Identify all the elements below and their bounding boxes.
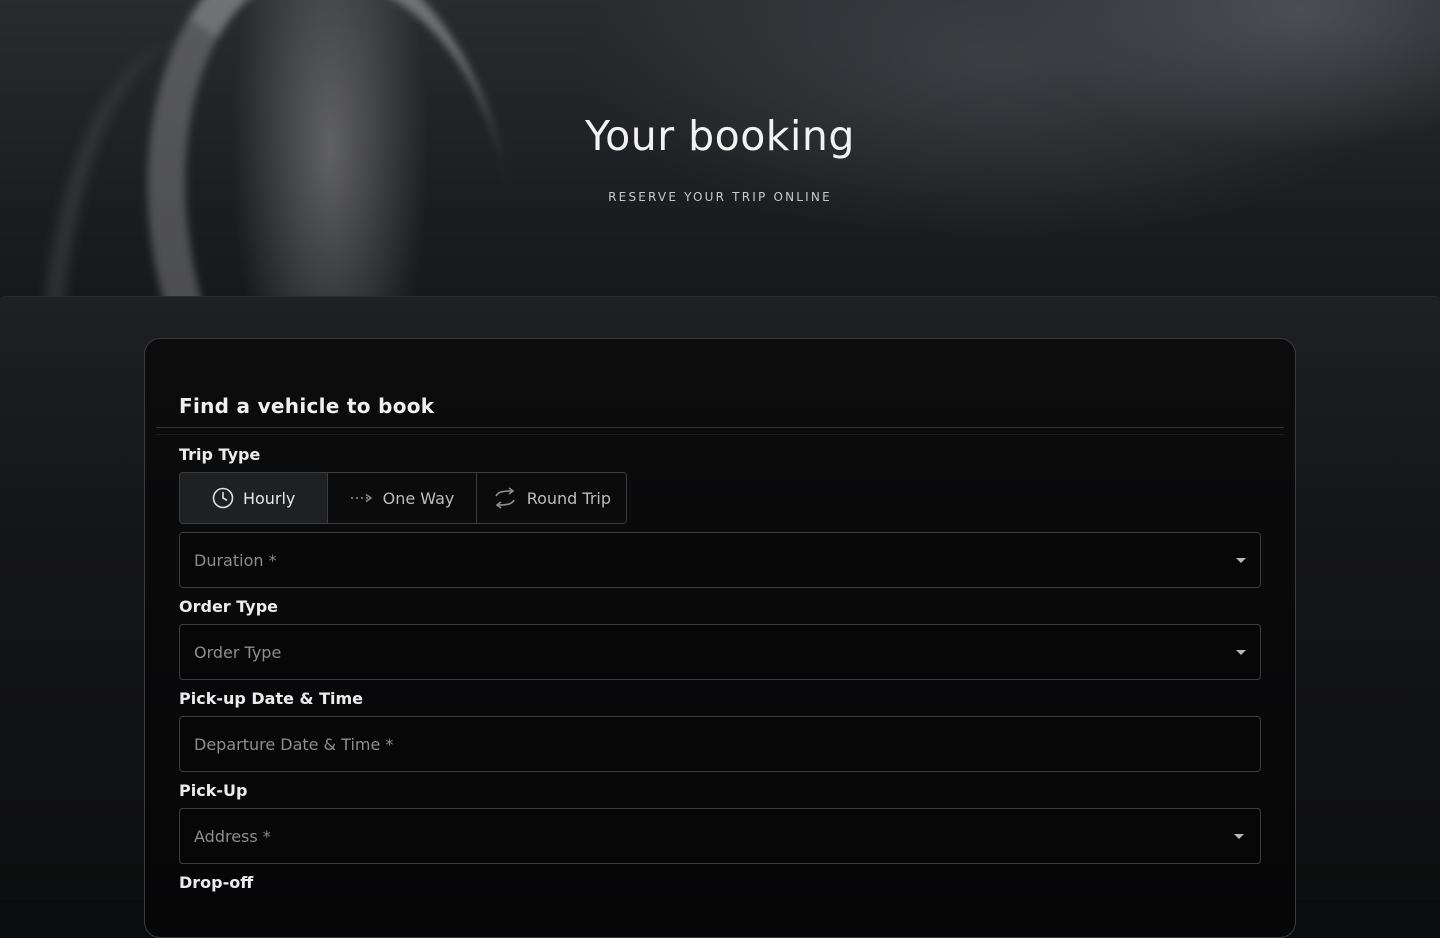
duration-placeholder: Duration * — [194, 550, 277, 570]
card-divider — [156, 427, 1284, 435]
duration-select[interactable]: Duration * — [179, 532, 1261, 588]
dropoff-label: Drop-off — [179, 873, 254, 892]
tab-round-trip[interactable]: Round Trip — [476, 473, 626, 523]
page-title: Your booking — [585, 112, 855, 160]
booking-card-title: Find a vehicle to book — [179, 394, 435, 418]
hero-background-shape — [112, 0, 548, 340]
tab-label: Hourly — [242, 488, 296, 508]
page-subtitle: RESERVE YOUR TRIP ONLINE — [608, 190, 832, 204]
tab-hourly[interactable]: Hourly — [180, 473, 329, 523]
departure-datetime-placeholder: Departure Date & Time * — [194, 734, 394, 754]
clock-icon — [212, 487, 234, 509]
tab-label: One Way — [382, 488, 455, 508]
trip-type-tabs: Hourly One Way Round Trip — [179, 472, 627, 524]
trip-type-label: Trip Type — [179, 445, 261, 464]
tab-label: Round Trip — [526, 488, 611, 508]
dashed-arrow-icon — [350, 492, 374, 504]
order-type-placeholder: Order Type — [194, 642, 282, 662]
order-type-label: Order Type — [179, 597, 279, 616]
chevron-down-icon — [1236, 558, 1246, 563]
pickup-datetime-label: Pick-up Date & Time — [179, 689, 363, 708]
tab-one-way[interactable]: One Way — [328, 473, 477, 523]
hero-banner: Your booking RESERVE YOUR TRIP ONLINE — [0, 0, 1440, 340]
pickup-label: Pick-Up — [179, 781, 248, 800]
pickup-address-placeholder: Address * — [194, 826, 271, 846]
round-trip-icon — [492, 487, 518, 509]
departure-datetime-field[interactable]: Departure Date & Time * — [179, 716, 1261, 772]
chevron-down-icon — [1234, 834, 1244, 839]
chevron-down-icon — [1236, 650, 1246, 655]
pickup-address-select[interactable]: Address * — [179, 808, 1261, 864]
order-type-select[interactable]: Order Type — [179, 624, 1261, 680]
